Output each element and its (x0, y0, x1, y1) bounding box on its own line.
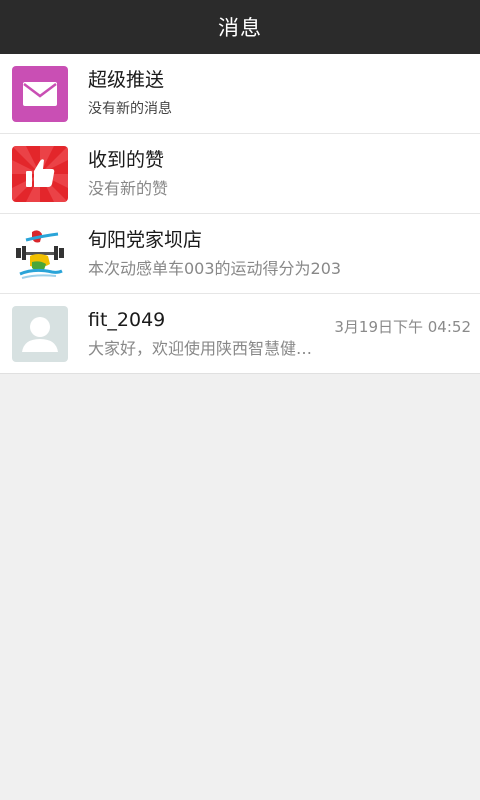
message-preview: 大家好，欢迎使用陕西智慧健… (88, 338, 313, 358)
message-preview: 没有新的赞 (88, 178, 169, 198)
store-logo-icon (12, 225, 68, 282)
message-item-likes[interactable]: 收到的赞 没有新的赞 (0, 134, 480, 214)
thumbs-up-icon (12, 145, 68, 202)
message-preview: 本次动感单车003的运动得分为203 (88, 258, 342, 278)
message-title: 超级推送 (88, 68, 165, 91)
message-item-super-push[interactable]: 超级推送 没有新的消息 (0, 54, 480, 134)
message-title: 旬阳党家坝店 (88, 228, 203, 251)
message-timestamp: 3月19日下午 04:52 (334, 318, 471, 336)
message-item-store[interactable]: 旬阳党家坝店 本次动感单车003的运动得分为203 (0, 214, 480, 294)
message-preview: 没有新的消息 (88, 100, 172, 117)
message-list: 超级推送 没有新的消息 收到的赞 没有新的赞 旬阳党家坝店 本次动感单车003的… (0, 54, 480, 374)
title-bar: 消息 (0, 0, 480, 54)
page-title: 消息 (218, 16, 262, 40)
default-avatar-icon (12, 305, 68, 362)
message-title: 收到的赞 (88, 148, 165, 171)
envelope-icon (12, 65, 68, 122)
message-item-fit-2049[interactable]: fit_2049 大家好，欢迎使用陕西智慧健… 3月19日下午 04:52 (0, 294, 480, 374)
